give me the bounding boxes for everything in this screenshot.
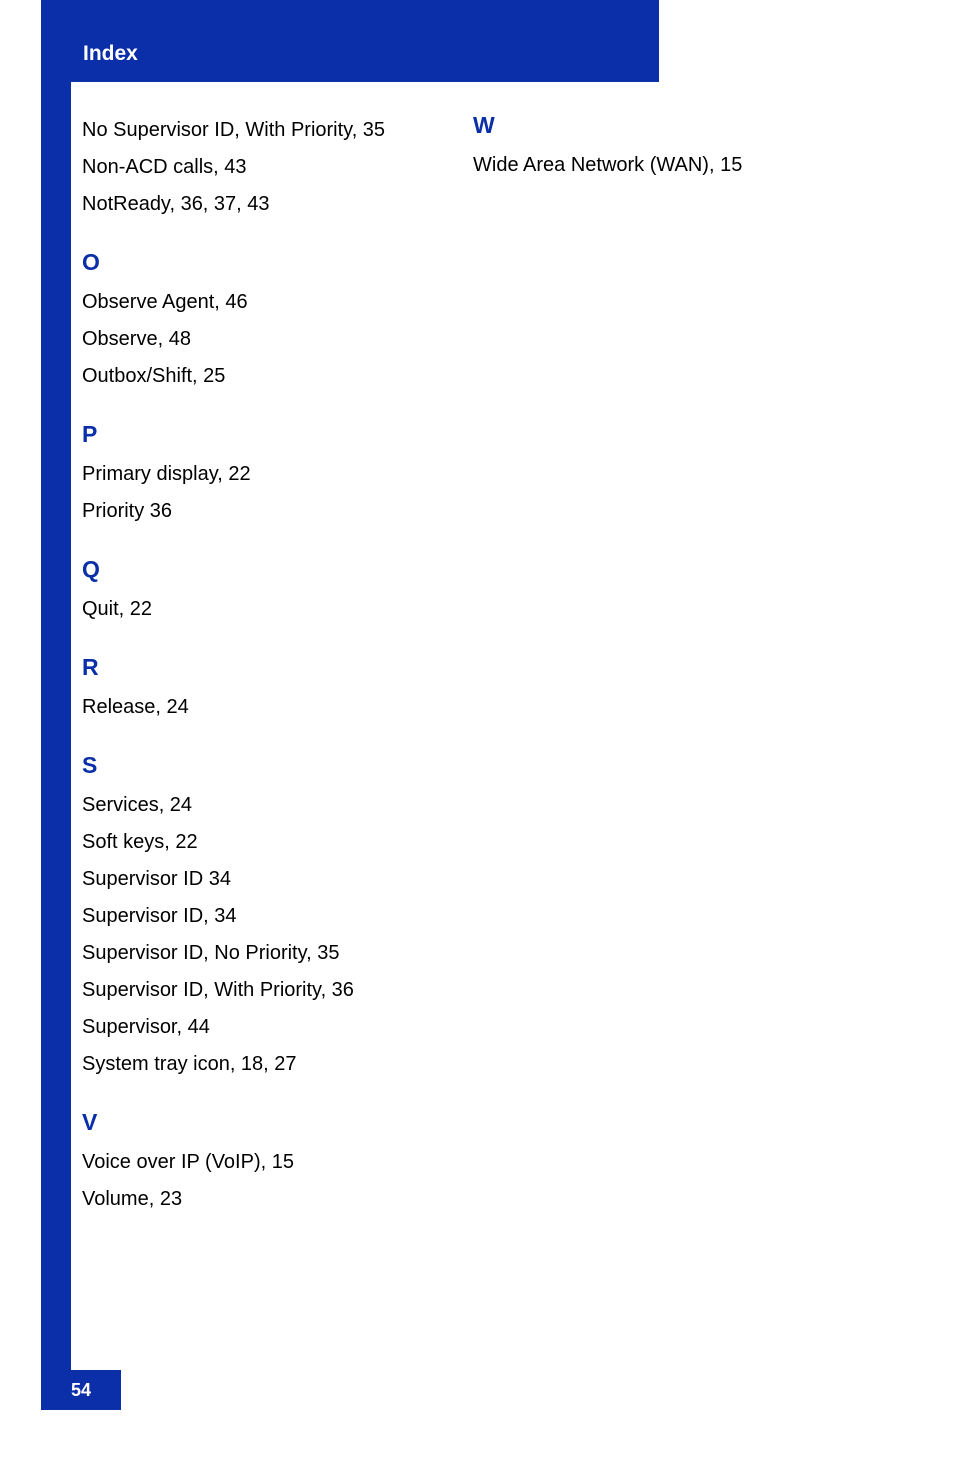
section-letter: W (473, 112, 842, 139)
section-letter: S (82, 752, 451, 779)
index-entry: Observe, 48 (82, 321, 451, 358)
index-entry: Voice over IP (VoIP), 15 (82, 1144, 451, 1181)
index-entry: Volume, 23 (82, 1181, 451, 1218)
section-entries: Observe Agent, 46 Observe, 48 Outbox/Shi… (82, 284, 451, 395)
section-letter: Q (82, 556, 451, 583)
index-entry: Non-ACD calls, 43 (82, 149, 451, 186)
left-margin-bar (41, 0, 71, 1410)
index-entry: Supervisor ID, No Priority, 35 (82, 935, 451, 972)
section-entries: Wide Area Network (WAN), 15 (473, 147, 842, 184)
left-column: No Supervisor ID, With Priority, 35 Non-… (82, 112, 451, 1244)
index-entry: Soft keys, 22 (82, 824, 451, 861)
section-letter: V (82, 1109, 451, 1136)
index-entry: Outbox/Shift, 25 (82, 358, 451, 395)
index-entry: Supervisor, 44 (82, 1009, 451, 1046)
index-entry: System tray icon, 18, 27 (82, 1046, 451, 1083)
index-entry: Observe Agent, 46 (82, 284, 451, 321)
section-entries: Primary display, 22 Priority 36 (82, 456, 451, 530)
index-entry: Services, 24 (82, 787, 451, 824)
index-entry: No Supervisor ID, With Priority, 35 (82, 112, 451, 149)
section-letter: P (82, 421, 451, 448)
section-entries: Quit, 22 (82, 591, 451, 628)
section-entries: Voice over IP (VoIP), 15 Volume, 23 (82, 1144, 451, 1218)
page-number: 54 (41, 1370, 121, 1410)
section-letter: O (82, 249, 451, 276)
index-entry: Supervisor ID 34 (82, 861, 451, 898)
index-entry: Supervisor ID, With Priority, 36 (82, 972, 451, 1009)
index-entry: Priority 36 (82, 493, 451, 530)
header-tab (41, 0, 659, 26)
index-entry: NotReady, 36, 37, 43 (82, 186, 451, 223)
section-letter: R (82, 654, 451, 681)
index-entry: Quit, 22 (82, 591, 451, 628)
page-number-value: 54 (71, 1380, 91, 1401)
right-column: W Wide Area Network (WAN), 15 (473, 112, 842, 1244)
header-title: Index (83, 42, 138, 66)
section-entries: Services, 24 Soft keys, 22 Supervisor ID… (82, 787, 451, 1083)
continued-entries: No Supervisor ID, With Priority, 35 Non-… (82, 112, 451, 223)
index-entry: Release, 24 (82, 689, 451, 726)
index-entry: Supervisor ID, 34 (82, 898, 451, 935)
section-entries: Release, 24 (82, 689, 451, 726)
index-entry: Primary display, 22 (82, 456, 451, 493)
index-entry: Wide Area Network (WAN), 15 (473, 147, 842, 184)
content-columns: No Supervisor ID, With Priority, 35 Non-… (82, 112, 842, 1244)
header-bar: Index (41, 26, 659, 82)
